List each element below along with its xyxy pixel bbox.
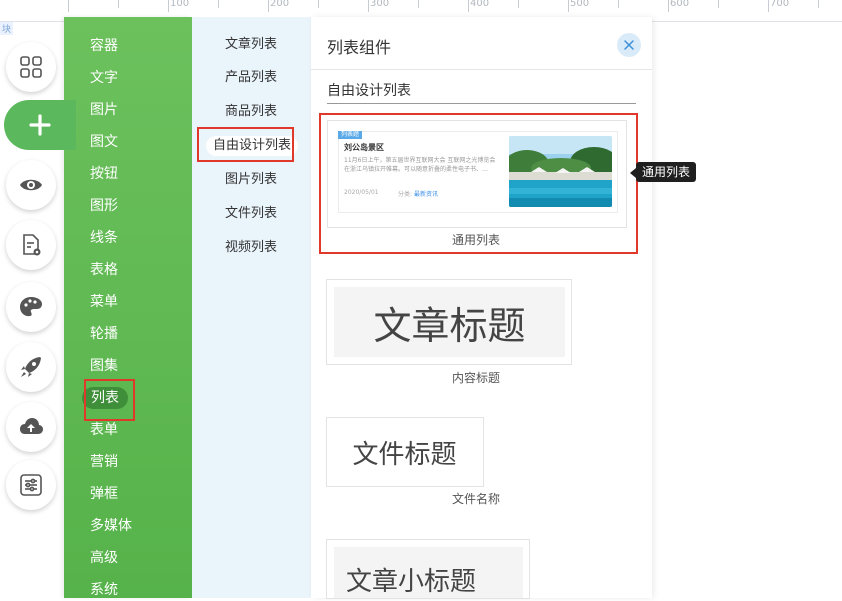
ruler-label: 200 (270, 0, 290, 9)
site-settings-button[interactable] (6, 460, 56, 510)
subcategory-product-list[interactable]: 产品列表 (225, 68, 277, 88)
card-category-label: 分类: (398, 191, 413, 198)
ruler-tick (618, 0, 619, 8)
add-element-button[interactable] (4, 100, 76, 150)
canvas-block-tag: 块 (0, 22, 14, 35)
section-title: 自由设计列表 (327, 83, 411, 99)
card-resort-image (509, 136, 612, 207)
category-column (64, 17, 192, 598)
card-description: 11月6日上午，第五届世界互联网大会 互联网之光博览会在浙江乌镇拉开帷幕。可以随… (344, 157, 496, 173)
card-category-value: 最新资讯 (413, 191, 438, 198)
subcategory-article-list[interactable]: 文章列表 (225, 35, 277, 55)
category-image[interactable]: 图片 (90, 99, 118, 121)
ruler-label: 400 (470, 0, 490, 9)
panel-title: 列表组件 (327, 38, 392, 57)
ruler-tick (168, 0, 169, 12)
ruler-tick (268, 0, 269, 12)
ruler-tick (818, 0, 819, 8)
ruler-tick (468, 0, 469, 12)
subcategory-file-list[interactable]: 文件列表 (225, 204, 277, 224)
category-advanced[interactable]: 高级 (90, 547, 118, 569)
section-underline (327, 103, 636, 104)
category-list[interactable]: 列表 (82, 387, 128, 409)
ruler-tick (118, 0, 119, 8)
card-badge: 列表题 (338, 131, 363, 139)
category-button[interactable]: 按钮 (90, 163, 118, 185)
close-button[interactable] (617, 33, 641, 57)
category-table[interactable]: 表格 (90, 259, 118, 281)
subcategory-image-list[interactable]: 图片列表 (225, 170, 277, 190)
ruler-label: 700 (770, 0, 790, 9)
rocket-icon (21, 357, 41, 377)
template-content-title-caption: 内容标题 (452, 371, 501, 385)
ruler-tick (768, 0, 769, 12)
category-multimedia[interactable]: 多媒体 (90, 515, 132, 537)
grid-icon (20, 56, 42, 78)
subcategory-video-list[interactable]: 视频列表 (225, 238, 277, 258)
close-icon (624, 40, 634, 50)
content-title-preview: 文章标题 (334, 287, 565, 357)
category-line[interactable]: 线条 (90, 227, 118, 249)
ruler-tick (718, 0, 719, 8)
plus-icon (29, 114, 51, 136)
category-form[interactable]: 表单 (90, 419, 118, 441)
file-title-preview: 文件标题 (334, 424, 475, 480)
category-image-text[interactable]: 图文 (90, 131, 118, 153)
ruler-tick (418, 0, 419, 8)
category-gallery[interactable]: 图集 (90, 355, 118, 377)
ruler-tick (218, 0, 219, 8)
sliders-icon (20, 474, 42, 496)
theme-button[interactable] (6, 282, 56, 332)
category-shape[interactable]: 图形 (90, 195, 118, 217)
ruler-label: 500 (570, 0, 590, 9)
panel-divider (311, 69, 652, 70)
components-button[interactable] (6, 42, 56, 92)
ruler-label: 100 (170, 0, 190, 9)
category-text[interactable]: 文字 (90, 67, 118, 89)
ruler-tick (368, 0, 369, 12)
upload-button[interactable] (6, 402, 56, 452)
ruler-tick (568, 0, 569, 12)
document-settings-icon (23, 234, 41, 256)
small-title-preview: 文章小标题 (334, 547, 523, 598)
ruler-label: 600 (670, 0, 690, 9)
eye-icon (20, 179, 42, 191)
card-category: 分类: 最新资讯 (398, 189, 438, 198)
card-date: 2020/05/01 (344, 189, 379, 196)
category-menu[interactable]: 菜单 (90, 291, 118, 313)
category-carousel[interactable]: 轮播 (90, 323, 118, 345)
cloud-upload-icon (20, 418, 43, 434)
subcategory-free-design-list[interactable]: 自由设计列表 (206, 136, 299, 156)
palette-icon (20, 297, 42, 317)
page-settings-button[interactable] (6, 220, 56, 270)
ruler-tick (518, 0, 519, 8)
ruler-label: 300 (370, 0, 390, 9)
card-title: 刘公岛景区 (344, 143, 384, 152)
preview-button[interactable] (6, 160, 56, 210)
category-popup[interactable]: 弹框 (90, 483, 118, 505)
ruler-tick (668, 0, 669, 12)
template-general-list-caption: 通用列表 (452, 233, 501, 247)
template-tooltip: 通用列表 (629, 162, 697, 182)
publish-button[interactable] (6, 342, 56, 392)
category-marketing[interactable]: 营销 (90, 451, 118, 473)
subcategory-goods-list[interactable]: 商品列表 (225, 102, 277, 122)
ruler-tick (68, 0, 69, 12)
category-container[interactable]: 容器 (90, 35, 118, 57)
template-file-name-caption: 文件名称 (452, 492, 501, 506)
ruler-tick (318, 0, 319, 8)
